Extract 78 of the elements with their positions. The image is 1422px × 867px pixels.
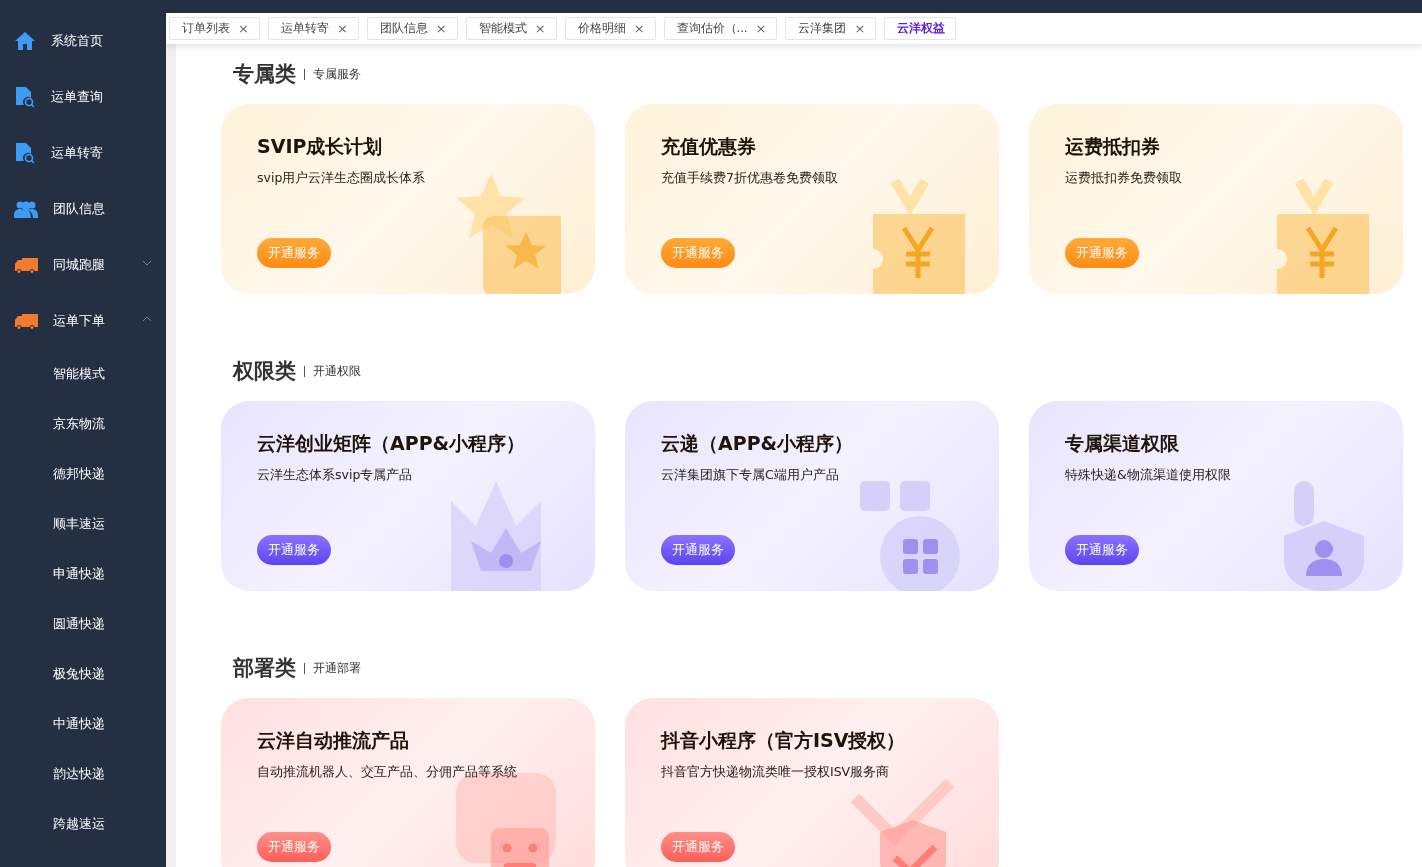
sidebar-item[interactable]: 运单转寄 [0,125,166,181]
sidebar-label: 运单查询 [51,88,103,106]
sidebar-subitem[interactable]: 京东物流 [53,415,105,433]
sidebar-item[interactable]: 同城跑腿 [0,237,166,293]
sidebar-item[interactable]: 系统首页 [0,13,166,69]
card-title: SVIP成长计划 [257,134,384,159]
close-icon[interactable]: × [534,21,546,36]
sidebar-label: 运单下单 [53,312,105,330]
card-title: 云洋自动推流产品 [257,728,410,753]
sidebar-subitem[interactable]: 申通快递 [53,565,105,583]
tab[interactable]: 订单列表 × [169,17,260,40]
tab[interactable]: 查询估价（... × [663,17,778,40]
tab-label: 订单列表 [182,21,230,36]
sidebar-subitem[interactable]: 韵达快递 [53,765,105,783]
sidebar-subitem[interactable]: 中通快递 [53,715,105,733]
tab[interactable]: 价格明细 × [564,17,656,40]
card-description: svip用户云洋生态圈成长体系 [257,170,427,187]
tab-label: 查询估价（... [676,21,748,36]
tab-label: 云洋权益 [897,21,946,36]
sidebar-label: 系统首页 [51,32,103,50]
tab[interactable]: 运单转寄 × [267,17,359,40]
home-icon [14,31,36,51]
sidebar-label: 运单转寄 [51,144,103,162]
activate-button[interactable]: 开通服务 [257,535,331,565]
card-title: 云递（APP&小程序） [661,431,855,456]
card-description: 云洋生态体系svip专属产品 [257,467,414,484]
tab[interactable]: 团队信息 × [366,17,458,40]
chevron-icon[interactable] [142,260,152,266]
sidebar-subitem[interactable]: 极兔快递 [53,665,105,683]
section-title: 专属类 [233,61,296,88]
tab[interactable]: 云洋权益 [884,17,957,40]
close-icon[interactable]: × [435,21,447,36]
sidebar-subitem[interactable]: 德邦快递 [53,465,105,483]
sidebar-subitem[interactable]: 顺丰速运 [53,515,105,533]
tab[interactable]: 云洋集团 × [785,17,877,40]
section-subtitle: 开通权限 [313,363,361,379]
card-title: 抖音小程序（官方ISV授权） [661,728,907,753]
truck-icon [14,312,38,330]
tab-label: 价格明细 [577,21,626,36]
team-icon [14,200,38,218]
sidebar-item[interactable]: 团队信息 [0,181,166,237]
chevron-icon[interactable] [142,316,152,322]
tab-label: 运单转寄 [280,21,329,36]
card-title: 运费抵扣券 [1065,134,1161,159]
card-title: 云洋创业矩阵（APP&小程序） [257,431,527,456]
close-icon[interactable]: × [854,21,866,36]
document-search-icon [14,142,36,164]
section-title: 权限类 [233,358,296,385]
tab-label: 智能模式 [478,21,527,36]
sidebar-label: 团队信息 [53,200,105,218]
tab-label: 云洋集团 [798,21,847,36]
section-subtitle: 专属服务 [313,66,361,82]
card-description: 充值手续费7折优惠卷免费领取 [661,170,839,187]
close-icon[interactable]: × [633,21,645,36]
sidebar-item[interactable]: 运单下单 [0,293,166,349]
sidebar-subitem[interactable]: 智能模式 [53,365,105,383]
sidebar-item[interactable]: 运单查询 [0,69,166,125]
card-title: 充值优惠券 [661,134,757,159]
card-description: 云洋集团旗下专属C端用户产品 [661,467,840,484]
section-title: 部署类 [233,655,296,682]
document-search-icon [14,86,36,108]
truck-icon [14,256,38,274]
close-icon[interactable]: × [238,21,249,36]
sidebar-subitem[interactable]: 跨越速运 [53,815,105,833]
sidebar-label: 同城跑腿 [53,256,105,274]
close-icon[interactable]: × [336,21,348,36]
card-title: 专属渠道权限 [1065,431,1180,456]
card-description: 运费抵扣券免费领取 [1065,170,1183,187]
tab-label: 团队信息 [379,21,428,36]
activate-button[interactable]: 开通服务 [1065,535,1139,565]
activate-button[interactable]: 开通服务 [661,535,735,565]
close-icon[interactable]: × [755,21,767,36]
sidebar-subitem[interactable]: 圆通快递 [53,615,105,633]
tab[interactable]: 智能模式 × [465,17,557,40]
card-description: 自动推流机器人、交互产品、分佣产品等系统 [257,764,518,781]
card-description: 特殊快递&物流渠道使用权限 [1065,467,1232,484]
card-description: 抖音官方快递物流类唯一授权ISV服务商 [661,764,891,781]
section-subtitle: 开通部署 [313,660,361,676]
